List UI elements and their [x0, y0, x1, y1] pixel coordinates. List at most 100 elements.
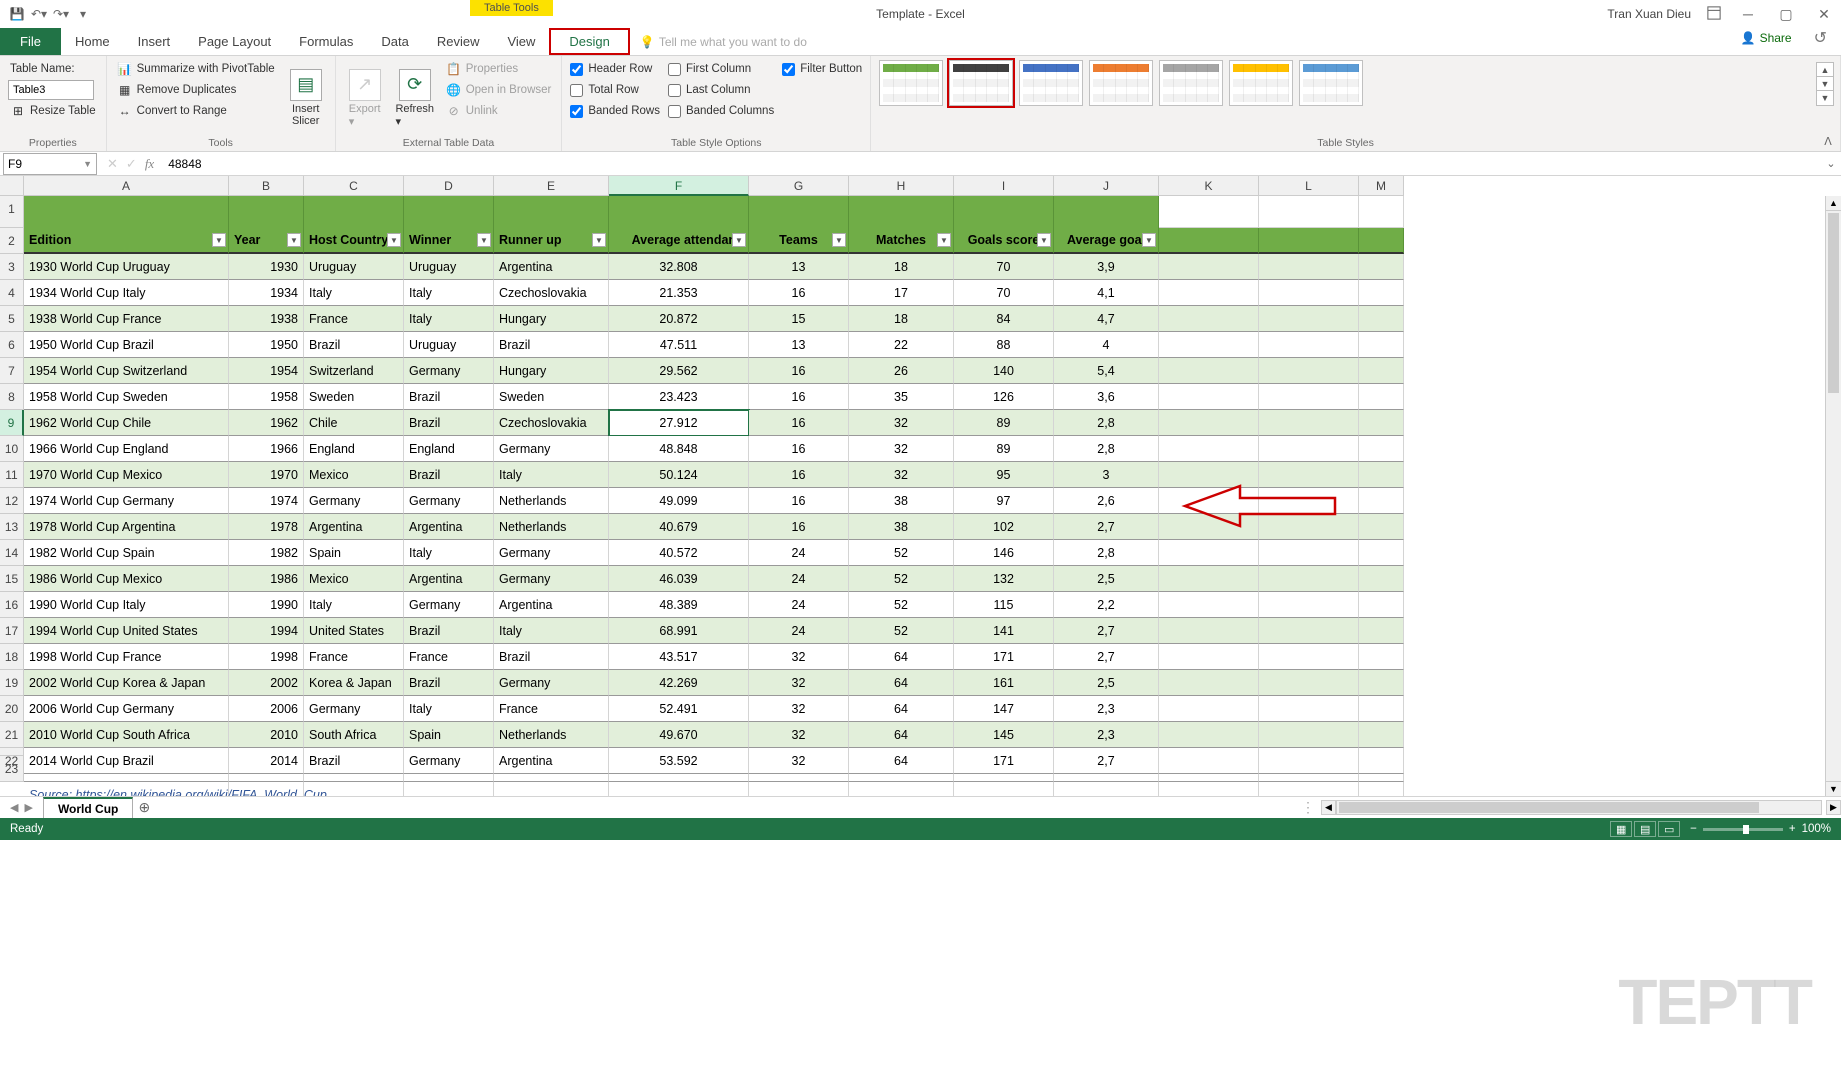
cell[interactable]: [1359, 196, 1404, 228]
cell[interactable]: Brazil: [304, 332, 404, 358]
cell[interactable]: 141: [954, 618, 1054, 644]
cell[interactable]: 95: [954, 462, 1054, 488]
cell[interactable]: Hungary: [494, 306, 609, 332]
filter-dropdown-icon[interactable]: ▼: [732, 233, 746, 247]
cell[interactable]: 38: [849, 514, 954, 540]
cell[interactable]: 68.991: [609, 618, 749, 644]
cell[interactable]: [1259, 748, 1359, 774]
cell[interactable]: 49.099: [609, 488, 749, 514]
column-header[interactable]: C: [304, 176, 404, 196]
row-header[interactable]: 19: [0, 670, 24, 696]
column-header[interactable]: G: [749, 176, 849, 196]
cell[interactable]: Uruguay: [404, 332, 494, 358]
cell[interactable]: [1259, 384, 1359, 410]
row-header[interactable]: 8: [0, 384, 24, 410]
account-name[interactable]: Tran Xuan Dieu: [1607, 7, 1691, 21]
cell[interactable]: Germany: [404, 592, 494, 618]
cell[interactable]: [1359, 566, 1404, 592]
cell[interactable]: 126: [954, 384, 1054, 410]
gallery-down-icon[interactable]: ▼: [1817, 77, 1833, 91]
row-header[interactable]: 10: [0, 436, 24, 462]
cell[interactable]: 32: [749, 644, 849, 670]
cell[interactable]: [1159, 228, 1259, 254]
cell[interactable]: 1970: [229, 462, 304, 488]
column-header[interactable]: H: [849, 176, 954, 196]
cell[interactable]: [1359, 670, 1404, 696]
cell[interactable]: South Africa: [304, 722, 404, 748]
table-style-thumb[interactable]: [949, 60, 1013, 106]
cell[interactable]: 2,7: [1054, 514, 1159, 540]
cell[interactable]: 15: [749, 306, 849, 332]
column-header[interactable]: F: [609, 176, 749, 196]
insert-function-icon[interactable]: fx: [145, 156, 154, 172]
cell[interactable]: [1054, 774, 1159, 782]
cell[interactable]: 50.124: [609, 462, 749, 488]
cell[interactable]: 1954: [229, 358, 304, 384]
cell[interactable]: [1259, 540, 1359, 566]
cell[interactable]: [1359, 254, 1404, 280]
cell[interactable]: 1994: [229, 618, 304, 644]
table-style-thumb[interactable]: [1089, 60, 1153, 106]
total-row-checkbox[interactable]: Total Row: [570, 80, 660, 100]
cell[interactable]: Uruguay: [404, 254, 494, 280]
zoom-out-icon[interactable]: −: [1690, 823, 1697, 835]
cell[interactable]: Brazil: [404, 410, 494, 436]
cell[interactable]: Mexico: [304, 566, 404, 592]
cell[interactable]: [1359, 644, 1404, 670]
column-header[interactable]: B: [229, 176, 304, 196]
cell[interactable]: 1990 World Cup Italy: [24, 592, 229, 618]
cell[interactable]: [954, 774, 1054, 782]
cell[interactable]: 2002 World Cup Korea & Japan: [24, 670, 229, 696]
cell[interactable]: [1159, 644, 1259, 670]
cell[interactable]: [1159, 696, 1259, 722]
column-header[interactable]: D: [404, 176, 494, 196]
cell[interactable]: 32: [849, 436, 954, 462]
scroll-down-icon[interactable]: ▼: [1826, 781, 1841, 796]
cell[interactable]: 64: [849, 670, 954, 696]
cell[interactable]: 146: [954, 540, 1054, 566]
cell[interactable]: [1159, 196, 1259, 228]
cell[interactable]: [1259, 196, 1359, 228]
cell[interactable]: [609, 196, 749, 228]
cell[interactable]: 3,6: [1054, 384, 1159, 410]
cell[interactable]: 1970 World Cup Mexico: [24, 462, 229, 488]
cell[interactable]: 5,4: [1054, 358, 1159, 384]
cell[interactable]: Italy: [404, 280, 494, 306]
cell[interactable]: [1359, 384, 1404, 410]
cell[interactable]: Brazil: [404, 670, 494, 696]
cell[interactable]: 84: [954, 306, 1054, 332]
cell[interactable]: 89: [954, 436, 1054, 462]
cell[interactable]: Czechoslovakia: [494, 280, 609, 306]
cell[interactable]: 64: [849, 696, 954, 722]
cell[interactable]: 21.353: [609, 280, 749, 306]
row-header[interactable]: 3: [0, 254, 24, 280]
cell[interactable]: Netherlands: [494, 722, 609, 748]
cell[interactable]: Matches▼: [849, 228, 954, 254]
cell[interactable]: [749, 196, 849, 228]
cell[interactable]: Germany: [404, 358, 494, 384]
cell[interactable]: 97: [954, 488, 1054, 514]
cell[interactable]: [1359, 280, 1404, 306]
cell[interactable]: [1259, 722, 1359, 748]
cell[interactable]: 1934: [229, 280, 304, 306]
row-header[interactable]: 20: [0, 696, 24, 722]
cell[interactable]: Argentina: [494, 592, 609, 618]
cell[interactable]: 18: [849, 254, 954, 280]
select-all-corner[interactable]: [0, 176, 24, 196]
row-header[interactable]: 17: [0, 618, 24, 644]
cell[interactable]: 2006: [229, 696, 304, 722]
page-layout-view-icon[interactable]: ▤: [1634, 821, 1656, 837]
cells-area[interactable]: Edition▼Year▼Host Country▼Winner▼Runner …: [24, 196, 1404, 796]
cell[interactable]: [1159, 488, 1259, 514]
cell[interactable]: 171: [954, 748, 1054, 774]
remove-duplicates-button[interactable]: ▦Remove Duplicates: [115, 80, 277, 100]
insert-slicer-button[interactable]: ▤ Insert Slicer: [285, 59, 327, 137]
cell[interactable]: 52: [849, 566, 954, 592]
cell[interactable]: Source: https://en.wikipedia.org/wiki/FI…: [24, 782, 229, 796]
cell[interactable]: [304, 774, 404, 782]
cell[interactable]: 13: [749, 254, 849, 280]
sheet-next-icon[interactable]: ▶: [24, 801, 32, 814]
cell[interactable]: 1938 World Cup France: [24, 306, 229, 332]
maximize-icon[interactable]: ▢: [1775, 3, 1797, 25]
new-sheet-button[interactable]: ⊕: [133, 797, 155, 818]
